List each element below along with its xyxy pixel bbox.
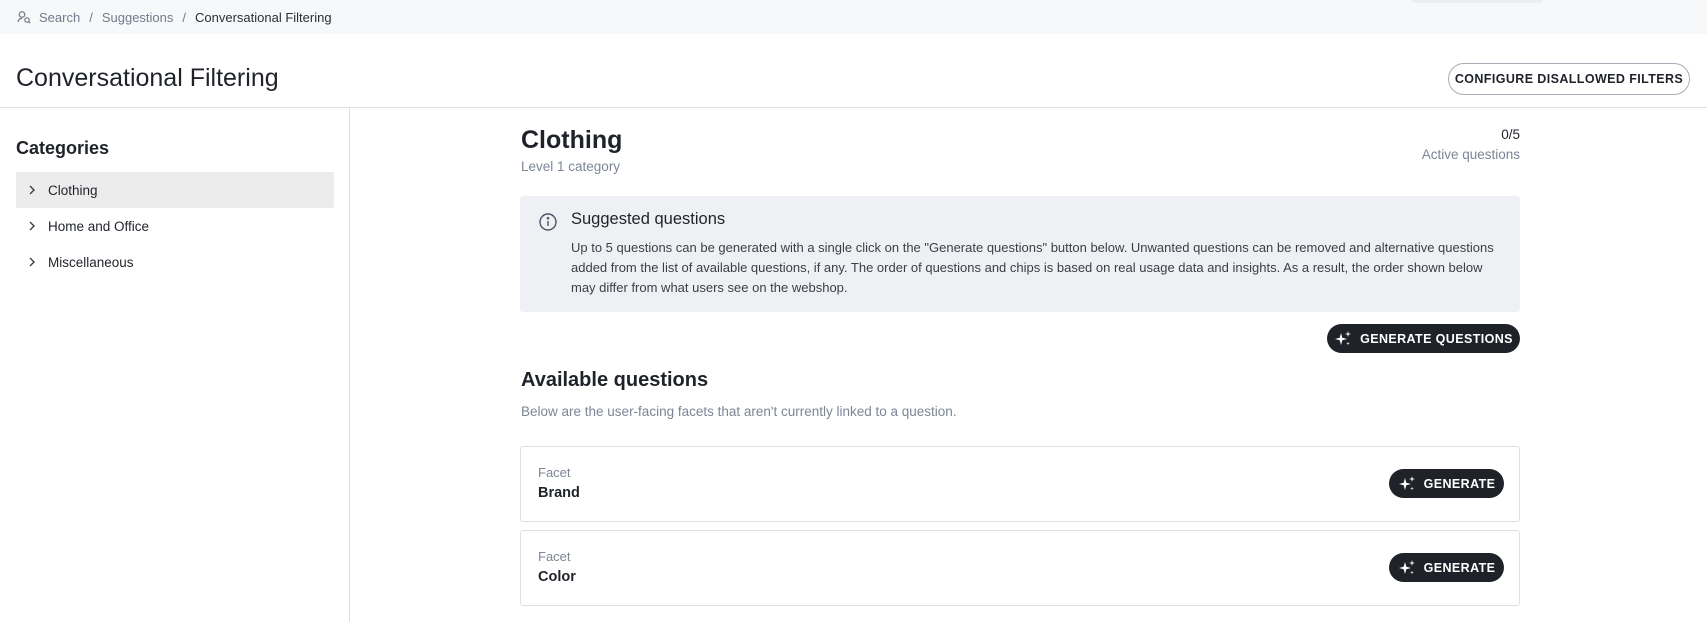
- breadcrumb-link-suggestions[interactable]: Suggestions: [102, 10, 174, 25]
- search-suggestions-icon: [17, 10, 31, 24]
- category-title: Clothing: [521, 126, 623, 154]
- sidebar-item-clothing[interactable]: Clothing: [16, 172, 334, 208]
- facet-label: Facet: [538, 465, 571, 480]
- facet-card-color: Facet Color GENERATE: [520, 530, 1520, 606]
- sidebar-item-label: Clothing: [48, 182, 98, 198]
- generate-questions-label: GENERATE QUESTIONS: [1360, 331, 1513, 346]
- category-level: Level 1 category: [521, 159, 621, 174]
- chevron-right-icon: [26, 184, 38, 196]
- sparkle-icon: [1398, 559, 1416, 577]
- sidebar-title: Categories: [16, 138, 110, 158]
- info-text: Up to 5 questions can be generated with …: [571, 240, 1494, 295]
- facet-name: Color: [538, 569, 576, 585]
- active-questions-count: 0/5: [1501, 127, 1520, 142]
- breadcrumb-separator: /: [89, 9, 93, 25]
- info-circle-icon: [538, 212, 558, 232]
- suggested-questions-info: Suggested questions Up to 5 questions ca…: [520, 196, 1520, 312]
- sidebar-item-miscellaneous[interactable]: Miscellaneous: [16, 244, 334, 280]
- page-title: Conversational Filtering: [16, 64, 279, 92]
- available-questions-title: Available questions: [521, 369, 709, 391]
- chevron-right-icon: [26, 256, 38, 268]
- breadcrumb-separator: /: [182, 9, 187, 25]
- generate-label: GENERATE: [1423, 560, 1496, 575]
- facet-card-brand: Facet Brand GENERATE: [520, 446, 1520, 522]
- sparkle-icon: [1398, 475, 1416, 493]
- categories-sidebar: Categories Clothing Home and Office Misc…: [0, 108, 350, 622]
- chevron-right-icon: [26, 220, 38, 232]
- sidebar-item-home-and-office[interactable]: Home and Office: [16, 208, 334, 244]
- configure-disallowed-filters-button[interactable]: CONFIGURE DISALLOWED FILTERS: [1448, 63, 1690, 95]
- sidebar-item-label: Miscellaneous: [48, 254, 134, 270]
- facet-name: Brand: [538, 485, 580, 501]
- breadcrumb-link-search[interactable]: Search: [39, 10, 80, 25]
- breadcrumb: Search / Suggestions / Conversational Fi…: [0, 0, 1707, 34]
- top-edge-shadow: [1412, 0, 1542, 3]
- sparkle-icon: [1334, 330, 1352, 348]
- info-title: Suggested questions: [571, 210, 726, 228]
- available-questions-subtitle: Below are the user-facing facets that ar…: [521, 404, 957, 419]
- generate-brand-button[interactable]: GENERATE: [1389, 469, 1504, 498]
- sidebar-item-label: Home and Office: [48, 218, 150, 234]
- generate-color-button[interactable]: GENERATE: [1389, 553, 1504, 582]
- page-header: Conversational Filtering CONFIGURE DISAL…: [0, 34, 1707, 108]
- generate-questions-button[interactable]: GENERATE QUESTIONS: [1327, 324, 1520, 353]
- active-questions-label: Active questions: [1421, 147, 1520, 162]
- facet-label: Facet: [538, 549, 571, 564]
- generate-label: GENERATE: [1423, 476, 1496, 491]
- breadcrumb-current: Conversational Filtering: [195, 9, 332, 25]
